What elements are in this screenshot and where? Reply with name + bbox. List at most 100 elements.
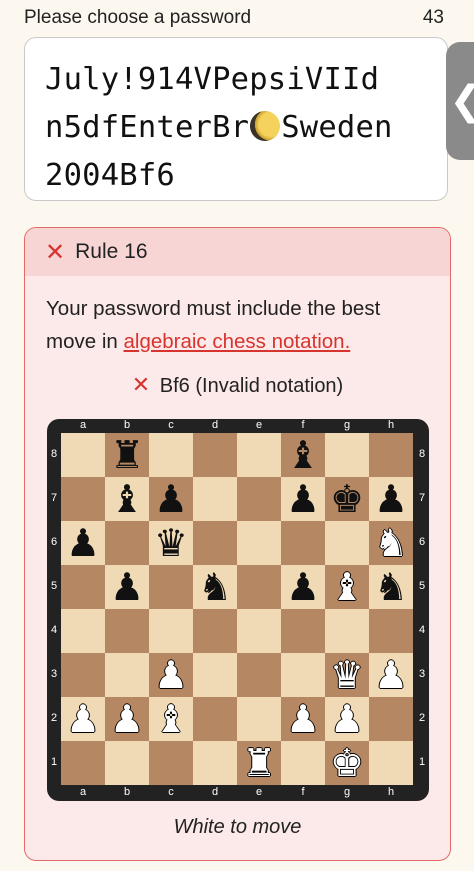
square-g8[interactable] <box>325 433 369 477</box>
chevron-left-icon: ❮ <box>449 78 474 124</box>
password-input[interactable]: July!914VPepsiVIId n5dfEnterBr Sweden 200… <box>24 37 448 201</box>
square-c3[interactable]: ♟ <box>149 653 193 697</box>
square-a8[interactable] <box>61 433 105 477</box>
square-f4[interactable] <box>281 609 325 653</box>
side-panel-tab[interactable]: ❮ <box>446 42 474 160</box>
black-pawn-icon[interactable]: ♟ <box>66 521 100 565</box>
square-e4[interactable] <box>237 609 281 653</box>
square-b7[interactable]: ♝ <box>105 477 149 521</box>
board-grid: ♜ ♝ ♝ ♟ ♟ ♚ ♟ ♟ ♛ ♞ ♟ ♞ ♟ ♝ ♞ ♟ ♛ ♟ ♟ ♟ ♝ ♟ ♟ ♜ ♚ <box>61 433 413 785</box>
square-b1[interactable] <box>105 741 149 785</box>
square-f2[interactable]: ♟ <box>281 697 325 741</box>
square-e1[interactable]: ♜ <box>237 741 281 785</box>
square-a5[interactable] <box>61 565 105 609</box>
white-queen-icon[interactable]: ♛ <box>330 653 364 697</box>
square-a6[interactable]: ♟ <box>61 521 105 565</box>
square-a4[interactable] <box>61 609 105 653</box>
square-c5[interactable] <box>149 565 193 609</box>
square-g1[interactable]: ♚ <box>325 741 369 785</box>
white-bishop-icon[interactable]: ♝ <box>154 697 188 741</box>
white-pawn-icon[interactable]: ♟ <box>66 697 100 741</box>
square-a3[interactable] <box>61 653 105 697</box>
square-h4[interactable] <box>369 609 413 653</box>
square-f3[interactable] <box>281 653 325 697</box>
square-c1[interactable] <box>149 741 193 785</box>
white-king-icon[interactable]: ♚ <box>330 741 364 785</box>
file-label-d: d <box>211 419 219 431</box>
white-pawn-icon[interactable]: ♟ <box>330 697 364 741</box>
white-pawn-icon[interactable]: ♟ <box>154 653 188 697</box>
square-c6[interactable]: ♛ <box>149 521 193 565</box>
square-g3[interactable]: ♛ <box>325 653 369 697</box>
square-f7[interactable]: ♟ <box>281 477 325 521</box>
black-pawn-icon[interactable]: ♟ <box>110 565 144 609</box>
black-pawn-icon[interactable]: ♟ <box>374 477 408 521</box>
black-knight-icon[interactable]: ♞ <box>198 565 232 609</box>
black-bishop-icon[interactable]: ♝ <box>110 477 144 521</box>
square-b2[interactable]: ♟ <box>105 697 149 741</box>
square-a1[interactable] <box>61 741 105 785</box>
white-pawn-icon[interactable]: ♟ <box>110 697 144 741</box>
square-g5[interactable]: ♝ <box>325 565 369 609</box>
square-h5[interactable]: ♞ <box>369 565 413 609</box>
square-a2[interactable]: ♟ <box>61 697 105 741</box>
square-g6[interactable] <box>325 521 369 565</box>
square-f1[interactable] <box>281 741 325 785</box>
square-b4[interactable] <box>105 609 149 653</box>
file-label-a: a <box>79 786 87 798</box>
chess-notation-link[interactable]: algebraic chess notation. <box>123 330 350 353</box>
square-e2[interactable] <box>237 697 281 741</box>
square-d5[interactable]: ♞ <box>193 565 237 609</box>
rule-description: Your password must include the best move… <box>46 292 436 358</box>
square-e8[interactable] <box>237 433 281 477</box>
black-rook-icon[interactable]: ♜ <box>110 433 144 477</box>
white-bishop-icon[interactable]: ♝ <box>330 565 364 609</box>
square-h1[interactable] <box>369 741 413 785</box>
square-b3[interactable] <box>105 653 149 697</box>
square-g7[interactable]: ♚ <box>325 477 369 521</box>
white-pawn-icon[interactable]: ♟ <box>374 653 408 697</box>
rank-label-8: 8 <box>50 448 58 460</box>
square-h7[interactable]: ♟ <box>369 477 413 521</box>
square-g2[interactable]: ♟ <box>325 697 369 741</box>
square-f8[interactable]: ♝ <box>281 433 325 477</box>
white-pawn-icon[interactable]: ♟ <box>286 697 320 741</box>
square-h8[interactable] <box>369 433 413 477</box>
square-b6[interactable] <box>105 521 149 565</box>
black-knight-icon[interactable]: ♞ <box>374 565 408 609</box>
header: Please choose a password 43 <box>24 6 444 30</box>
black-pawn-icon[interactable]: ♟ <box>154 477 188 521</box>
white-rook-icon[interactable]: ♜ <box>242 741 276 785</box>
black-king-icon[interactable]: ♚ <box>330 477 364 521</box>
black-pawn-icon[interactable]: ♟ <box>286 565 320 609</box>
square-h3[interactable]: ♟ <box>369 653 413 697</box>
square-d3[interactable] <box>193 653 237 697</box>
white-knight-icon[interactable]: ♞ <box>374 521 408 565</box>
square-d2[interactable] <box>193 697 237 741</box>
square-d8[interactable] <box>193 433 237 477</box>
square-e3[interactable] <box>237 653 281 697</box>
square-c2[interactable]: ♝ <box>149 697 193 741</box>
square-e6[interactable] <box>237 521 281 565</box>
square-g4[interactable] <box>325 609 369 653</box>
square-e7[interactable] <box>237 477 281 521</box>
square-c7[interactable]: ♟ <box>149 477 193 521</box>
square-b8[interactable]: ♜ <box>105 433 149 477</box>
square-c8[interactable] <box>149 433 193 477</box>
square-a7[interactable] <box>61 477 105 521</box>
square-h6[interactable]: ♞ <box>369 521 413 565</box>
square-e5[interactable] <box>237 565 281 609</box>
square-d1[interactable] <box>193 741 237 785</box>
square-c4[interactable] <box>149 609 193 653</box>
square-d7[interactable] <box>193 477 237 521</box>
square-h2[interactable] <box>369 697 413 741</box>
square-d6[interactable] <box>193 521 237 565</box>
black-bishop-icon[interactable]: ♝ <box>286 433 320 477</box>
black-pawn-icon[interactable]: ♟ <box>286 477 320 521</box>
square-d4[interactable] <box>193 609 237 653</box>
password-text[interactable]: July!914VPepsiVIId n5dfEnterBr Sweden 200… <box>45 56 445 200</box>
square-b5[interactable]: ♟ <box>105 565 149 609</box>
square-f6[interactable] <box>281 521 325 565</box>
black-queen-icon[interactable]: ♛ <box>154 521 188 565</box>
square-f5[interactable]: ♟ <box>281 565 325 609</box>
